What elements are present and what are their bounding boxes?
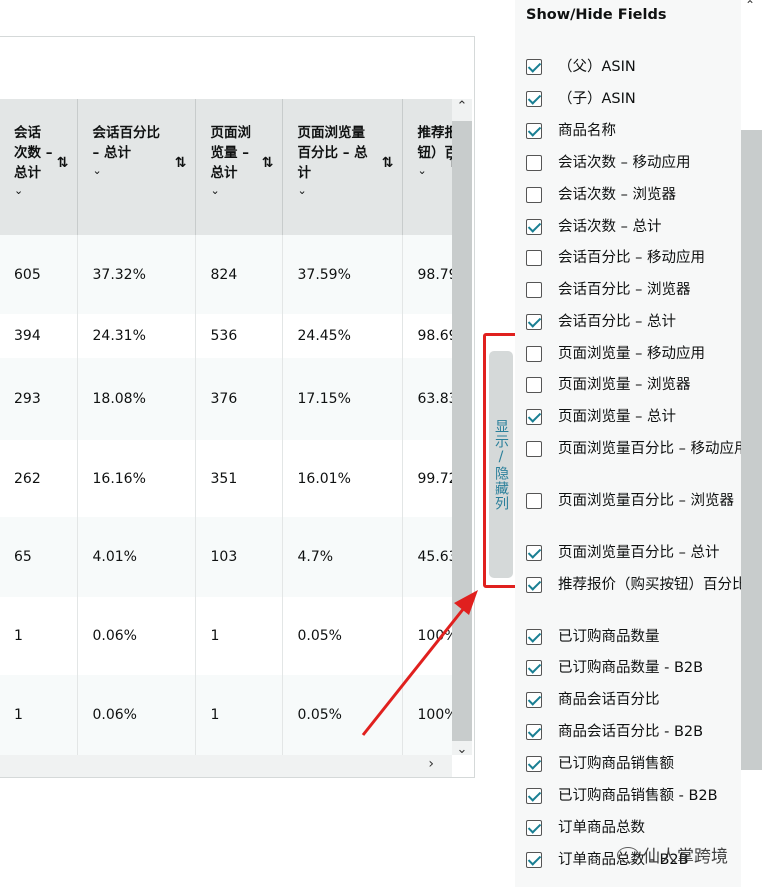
- field-label: 会话次数 – 浏览器: [558, 187, 676, 203]
- field-checkbox[interactable]: [526, 788, 542, 804]
- field-label: 页面浏览量 – 移动应用: [558, 346, 705, 362]
- field-checkbox[interactable]: [526, 493, 542, 509]
- field-checkbox[interactable]: [526, 577, 542, 593]
- field-label: 已订购商品销售额 - B2B: [558, 788, 718, 804]
- field-checkbox[interactable]: [526, 852, 542, 868]
- field-label: 页面浏览量百分比 – 移动应用: [558, 441, 749, 457]
- field-checkbox[interactable]: [526, 123, 542, 139]
- field-option[interactable]: 会话百分比 – 移动应用: [515, 248, 762, 268]
- scroll-up-arrow-icon[interactable]: ⌃: [745, 0, 755, 12]
- field-checkbox[interactable]: [526, 441, 542, 457]
- field-option[interactable]: 页面浏览量 – 移动应用: [515, 344, 762, 364]
- field-option[interactable]: 页面浏览量 – 浏览器: [515, 375, 762, 395]
- field-option[interactable]: 会话次数 – 总计: [515, 217, 762, 237]
- wechat-icon: [617, 847, 639, 863]
- field-label: 会话百分比 – 浏览器: [558, 282, 691, 298]
- watermark-text: 仙人掌跨境: [643, 847, 728, 867]
- field-checkbox[interactable]: [526, 692, 542, 708]
- field-option[interactable]: 订单商品总数: [515, 818, 762, 838]
- field-checkbox[interactable]: [526, 219, 542, 235]
- field-label: 订单商品总数: [558, 820, 645, 836]
- field-option[interactable]: 页面浏览量百分比 – 总计: [515, 543, 762, 563]
- field-checkbox[interactable]: [526, 820, 542, 836]
- field-checkbox[interactable]: [526, 59, 542, 75]
- field-option[interactable]: （父）ASIN: [515, 57, 762, 77]
- field-label: 推荐报价（购买按钮）百分比: [558, 577, 747, 593]
- field-label: 商品名称: [558, 123, 616, 139]
- field-checkbox[interactable]: [526, 724, 542, 740]
- field-label: 已订购商品销售额: [558, 756, 674, 772]
- show-hide-columns-label[interactable]: 显示/隐藏列: [489, 351, 513, 578]
- field-option[interactable]: 已订购商品数量: [515, 627, 762, 647]
- field-label: 已订购商品数量: [558, 629, 660, 645]
- field-option[interactable]: 商品会话百分比 - B2B: [515, 722, 762, 742]
- field-checkbox[interactable]: [526, 282, 542, 298]
- field-option[interactable]: 已订购商品销售额: [515, 754, 762, 774]
- field-label: 页面浏览量 – 总计: [558, 409, 676, 425]
- field-label: 会话次数 – 总计: [558, 219, 662, 235]
- field-checkbox[interactable]: [526, 377, 542, 393]
- field-label: 页面浏览量百分比 – 总计: [558, 545, 720, 561]
- panel-scrollbar[interactable]: ⌃: [741, 0, 762, 887]
- field-checkbox[interactable]: [526, 155, 542, 171]
- field-label: 会话百分比 – 总计: [558, 314, 676, 330]
- field-option[interactable]: 页面浏览量百分比 – 移动应用: [515, 439, 762, 459]
- field-option[interactable]: 推荐报价（购买按钮）百分比: [515, 575, 762, 595]
- panel-scrollbar-thumb[interactable]: [741, 130, 762, 770]
- field-option[interactable]: 页面浏览量百分比 – 浏览器: [515, 491, 762, 511]
- field-option[interactable]: 会话次数 – 移动应用: [515, 153, 762, 173]
- field-label: 页面浏览量 – 浏览器: [558, 377, 691, 393]
- field-label: 页面浏览量百分比 – 浏览器: [558, 493, 734, 509]
- field-option[interactable]: 会话次数 – 浏览器: [515, 185, 762, 205]
- field-option[interactable]: 会话百分比 – 总计: [515, 312, 762, 332]
- field-checkbox[interactable]: [526, 629, 542, 645]
- field-option[interactable]: 商品会话百分比: [515, 690, 762, 710]
- field-label: 商品会话百分比: [558, 692, 660, 708]
- field-label: （父）ASIN: [558, 59, 636, 75]
- field-checkbox[interactable]: [526, 545, 542, 561]
- field-label: 会话次数 – 移动应用: [558, 155, 691, 171]
- field-checkbox[interactable]: [526, 314, 542, 330]
- field-checkbox[interactable]: [526, 660, 542, 676]
- field-checkbox[interactable]: [526, 250, 542, 266]
- panel-title: Show/Hide Fields: [526, 7, 667, 23]
- field-checkbox[interactable]: [526, 346, 542, 362]
- field-option[interactable]: 页面浏览量 – 总计: [515, 407, 762, 427]
- field-label: 已订购商品数量 - B2B: [558, 660, 704, 676]
- watermark: 仙人掌跨境: [617, 842, 728, 867]
- field-checkbox[interactable]: [526, 409, 542, 425]
- field-checkbox[interactable]: [526, 91, 542, 107]
- field-label: 会话百分比 – 移动应用: [558, 250, 705, 266]
- field-option[interactable]: 会话百分比 – 浏览器: [515, 280, 762, 300]
- field-option[interactable]: 商品名称: [515, 121, 762, 141]
- field-option[interactable]: 已订购商品销售额 - B2B: [515, 786, 762, 806]
- field-option[interactable]: （子）ASIN: [515, 89, 762, 109]
- field-label: 商品会话百分比 - B2B: [558, 724, 704, 740]
- field-checkbox[interactable]: [526, 756, 542, 772]
- field-option[interactable]: 已订购商品数量 - B2B: [515, 658, 762, 678]
- field-checkbox[interactable]: [526, 187, 542, 203]
- field-label: （子）ASIN: [558, 91, 636, 107]
- show-hide-fields-panel: Show/Hide Fields （父）ASIN （子）ASIN 商品名称会话次数 …: [515, 0, 748, 887]
